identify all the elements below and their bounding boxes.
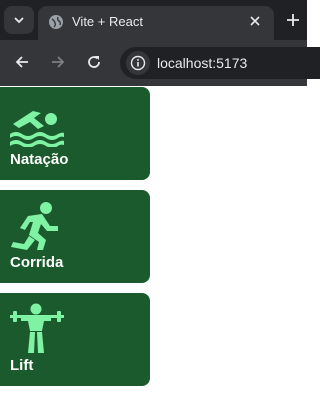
- url-text: localhost:5173: [157, 55, 248, 71]
- browser-tab-strip: Vite + React: [0, 0, 307, 40]
- browser-toolbar: localhost:5173: [0, 40, 320, 86]
- reload-icon: [88, 56, 100, 68]
- swimmer-icon: [10, 111, 64, 147]
- forward-button[interactable]: [46, 50, 70, 74]
- activity-label: Natação: [10, 151, 69, 168]
- address-bar[interactable]: localhost:5173: [120, 47, 320, 79]
- activity-card-corrida[interactable]: Corrida: [0, 190, 150, 283]
- tab-search-button[interactable]: [4, 6, 34, 34]
- page-content: Natação Corrida Lift: [0, 86, 307, 409]
- runner-icon: [11, 202, 58, 250]
- plus-icon: [287, 14, 299, 26]
- activity-label: Lift: [10, 357, 34, 374]
- new-tab-button[interactable]: [282, 9, 304, 31]
- arrow-right-icon: [52, 56, 65, 68]
- browser-tab[interactable]: Vite + React: [38, 6, 274, 40]
- activity-card-natacao[interactable]: Natação: [0, 87, 150, 180]
- site-info-button[interactable]: [126, 51, 150, 75]
- activity-label: Corrida: [10, 254, 64, 271]
- arrow-left-icon: [15, 56, 28, 68]
- tab-close-button[interactable]: [246, 12, 264, 30]
- close-icon: [250, 16, 260, 26]
- globe-icon: [49, 15, 63, 29]
- tab-title: Vite + React: [72, 14, 143, 29]
- activity-card-lift[interactable]: Lift: [0, 293, 150, 386]
- chevron-down-icon: [14, 17, 24, 24]
- back-button[interactable]: [10, 50, 34, 74]
- reload-button[interactable]: [82, 50, 106, 74]
- info-icon: [130, 55, 146, 71]
- weightlifter-icon: [10, 303, 64, 353]
